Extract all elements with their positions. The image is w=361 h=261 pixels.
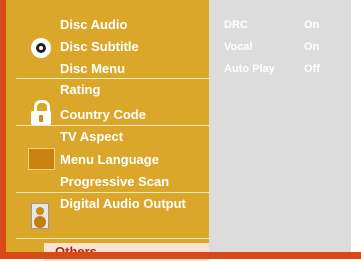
- setting-label-vocal[interactable]: Vocal: [224, 40, 253, 54]
- left-accent-bar: [0, 0, 6, 259]
- setting-label-drc[interactable]: DRC: [224, 18, 248, 32]
- menu-item-tv-aspect[interactable]: TV Aspect: [60, 129, 123, 145]
- menu-item-disc-subtitle[interactable]: Disc Subtitle: [60, 39, 139, 55]
- setting-label-auto-play[interactable]: Auto Play: [224, 62, 275, 76]
- menu-item-country-code[interactable]: Country Code: [60, 107, 146, 123]
- osd-frame: Disc Audio Disc Subtitle Disc Menu Ratin…: [0, 0, 361, 261]
- menu-divider: [16, 78, 209, 79]
- menu-divider: [16, 238, 209, 239]
- settings-panel: [209, 0, 351, 252]
- tv-icon: [28, 148, 55, 170]
- setting-value-drc[interactable]: On: [304, 18, 319, 32]
- setting-value-auto-play[interactable]: Off: [304, 62, 320, 76]
- menu-divider: [16, 192, 209, 193]
- setup-menu-sidebar: Disc Audio Disc Subtitle Disc Menu Ratin…: [6, 0, 209, 252]
- menu-item-rating[interactable]: Rating: [60, 82, 100, 98]
- right-margin: [351, 0, 361, 259]
- setting-value-vocal[interactable]: On: [304, 40, 319, 54]
- menu-item-progressive-scan[interactable]: Progressive Scan: [60, 174, 169, 190]
- menu-item-disc-audio[interactable]: Disc Audio: [60, 17, 127, 33]
- speaker-icon: [31, 203, 49, 229]
- lock-icon: [30, 100, 52, 126]
- menu-item-digital-audio-output[interactable]: Digital Audio Output: [60, 196, 186, 212]
- bottom-accent-bar: [0, 252, 361, 259]
- menu-item-disc-menu[interactable]: Disc Menu: [60, 61, 125, 77]
- menu-item-menu-language[interactable]: Menu Language: [60, 152, 159, 168]
- disc-icon: [31, 38, 51, 58]
